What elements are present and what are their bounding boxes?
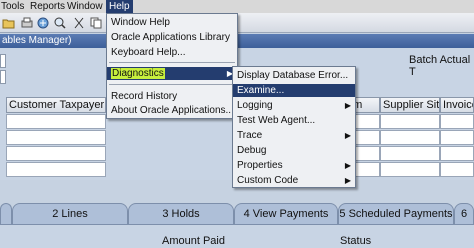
diagnostics-submenu: Display Database Error... Examine... Log… [232,66,356,188]
copy-icon[interactable] [89,16,103,30]
tab-strip: 2 Lines 3 Holds 4 View Payments 5 Schedu… [0,203,474,225]
menu-item-custom-code[interactable]: Custom Code ▶ [233,174,355,187]
menu-reports[interactable]: Reports [27,0,68,13]
table-cell[interactable] [380,162,440,177]
tab-view-payments[interactable]: 4 View Payments [234,203,338,225]
table-cell[interactable] [380,130,440,145]
table-cell[interactable] [6,162,106,177]
submenu-arrow-icon: ▶ [344,101,351,110]
column-header-supplier-site: Supplier Site [380,97,440,113]
menu-separator [109,84,235,85]
column-header-invoice: Invoice [440,97,474,113]
menu-item-properties[interactable]: Properties ▶ [233,159,355,172]
menu-item-custom-code-label: Custom Code [237,175,299,186]
table-cell[interactable] [380,114,440,129]
submenu-arrow-icon: ▶ [344,131,351,140]
batch-actual-label: Batch Actual T [409,54,471,78]
menu-item-properties-label: Properties [237,160,283,171]
zoom-icon[interactable] [53,16,67,30]
menu-item-examine[interactable]: Examine... [233,84,355,97]
menu-item-display-database-error[interactable]: Display Database Error... [233,69,355,82]
form-field[interactable] [0,54,6,68]
menu-help[interactable]: Help [106,0,133,13]
status-label: Status [340,235,372,247]
table-cell[interactable] [440,146,474,161]
help-menu: Window Help Oracle Applications Library … [106,13,238,119]
menu-tools[interactable]: Tools [0,0,27,13]
menu-item-trace-label: Trace [237,130,263,141]
menu-item-window-help[interactable]: Window Help [107,16,237,29]
submenu-arrow-icon: ▶ [344,161,351,170]
amount-paid-label: Amount Paid [162,235,225,247]
cut-icon[interactable] [72,16,86,30]
menu-item-keyboard-help[interactable]: Keyboard Help... [107,46,237,59]
tab-lines[interactable]: 2 Lines [12,203,128,225]
tab-scheduled-payments[interactable]: 5 Scheduled Payments [338,203,454,225]
menu-item-record-history[interactable]: Record History [107,90,237,103]
menu-bar: Tools Reports Window Help [0,0,474,13]
menu-separator [109,62,235,63]
window-title: ables Manager) [2,35,72,46]
menu-window[interactable]: Window [64,0,106,13]
menu-item-about-oracle-applications[interactable]: About Oracle Applications... [107,104,237,117]
menu-item-logging-label: Logging [237,100,273,111]
table-cell[interactable] [440,162,474,177]
table-cell[interactable] [6,114,106,129]
table-cell[interactable] [440,114,474,129]
menu-item-debug[interactable]: Debug [233,144,355,157]
table-cell[interactable] [440,130,474,145]
menu-item-trace[interactable]: Trace ▶ [233,129,355,142]
menu-item-logging[interactable]: Logging ▶ [233,99,355,112]
table-cell[interactable] [380,146,440,161]
table-cell[interactable] [6,130,106,145]
tab-general[interactable] [0,203,12,225]
open-folder-icon[interactable] [2,16,16,30]
form-field[interactable] [0,70,6,84]
menu-item-test-web-agent[interactable]: Test Web Agent... [233,114,355,127]
table-cell[interactable] [6,146,106,161]
column-header-customer-taxpayer-id: Customer Taxpayer ID [6,97,106,113]
print-icon[interactable] [20,16,34,30]
menu-item-diagnostics-label: Diagnostics [111,68,165,79]
navigator-icon[interactable] [36,16,50,30]
oracle-forms-window: Tools Reports Window Help ables Manager)… [0,0,474,248]
menu-item-oracle-applications-library[interactable]: Oracle Applications Library [107,31,237,44]
submenu-arrow-icon: ▶ [344,176,351,185]
tab-6[interactable]: 6 [454,203,474,225]
tab-content [0,224,474,248]
tab-holds[interactable]: 3 Holds [128,203,234,225]
menu-item-diagnostics[interactable]: Diagnostics ▶ [107,67,237,80]
